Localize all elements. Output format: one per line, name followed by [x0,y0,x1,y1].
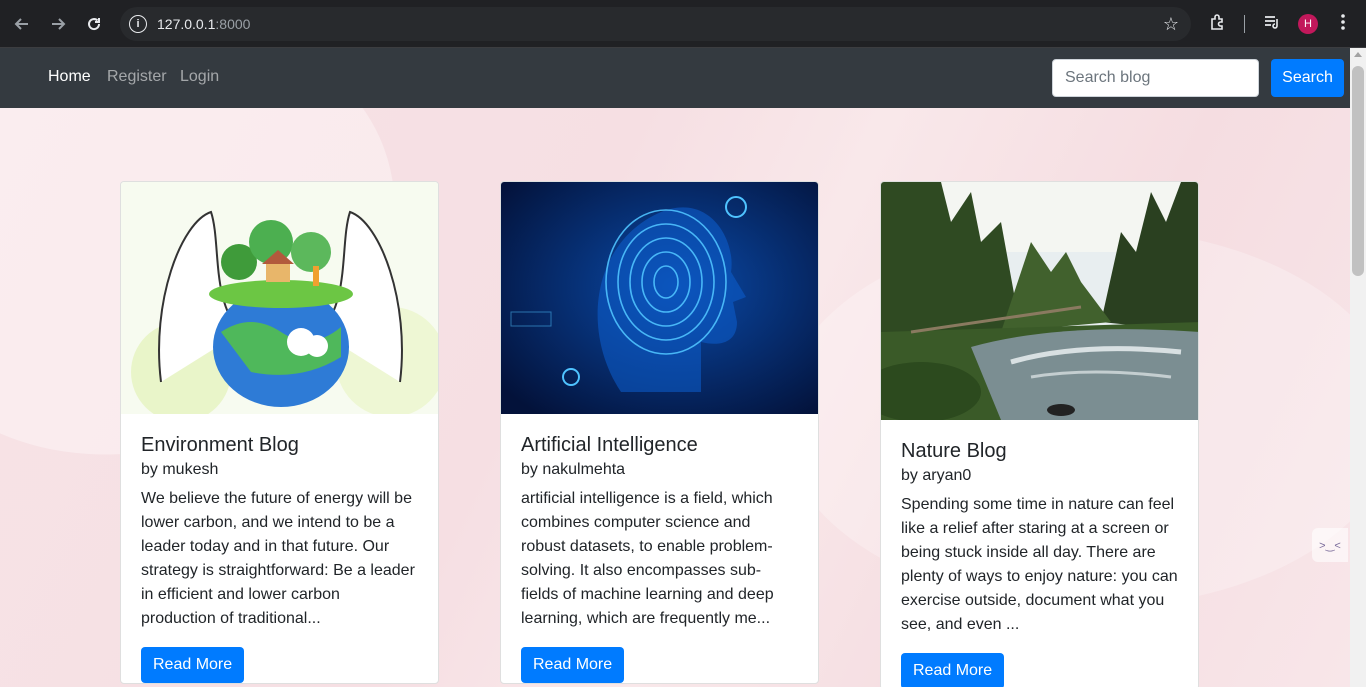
side-assistant-icon[interactable]: >‿< [1312,528,1348,562]
bookmark-star-icon[interactable]: ☆ [1163,14,1179,35]
globe-in-hands-image [121,182,438,414]
browser-toolbar: i 127.0.0.1:8000 ☆ H [0,0,1366,48]
nav-link-register[interactable]: Register [107,68,167,86]
card-excerpt: We believe the future of energy will be … [141,490,415,627]
fingerprint-head-image [501,182,818,414]
read-more-button[interactable]: Read More [901,653,1005,687]
address-bar[interactable]: i 127.0.0.1:8000 ☆ [120,7,1191,41]
blog-card: Nature Blog by aryan0 Spending some time… [880,181,1199,687]
card-title: Artificial Intelligence [521,434,698,456]
blog-card: Environment Blog by mukesh We believe th… [120,181,439,684]
read-more-button[interactable]: Read More [141,647,245,683]
nav-link-login[interactable]: Login [180,68,219,86]
profile-avatar[interactable]: H [1298,14,1318,34]
blog-card: Artificial Intelligence by nakulmehta ar… [500,181,819,684]
media-queue-icon[interactable] [1263,13,1281,36]
forest-river-image [881,182,1198,420]
card-excerpt: artificial intelligence is a field, whic… [521,490,774,627]
site-navbar: Home Register Login Search [0,48,1350,108]
search-button[interactable]: Search [1271,59,1344,97]
back-icon[interactable] [10,12,34,36]
card-author: by nakulmehta [521,461,626,478]
scrollbar-thumb[interactable] [1352,66,1364,276]
extensions-icon[interactable] [1209,13,1227,36]
toolbar-divider [1244,15,1245,33]
scroll-up-icon[interactable] [1354,52,1362,57]
blog-list: Environment Blog by mukesh We believe th… [0,108,1350,687]
site-info-icon[interactable]: i [129,15,147,33]
browser-menu-icon[interactable] [1337,13,1349,36]
url-text: 127.0.0.1:8000 [157,16,251,32]
card-author: by aryan0 [901,467,972,484]
card-title: Environment Blog [141,434,299,456]
page-scrollbar[interactable] [1350,48,1366,687]
search-input[interactable] [1052,59,1259,97]
card-author: by mukesh [141,461,219,478]
nav-link-home[interactable]: Home [48,68,91,86]
card-title: Nature Blog [901,440,1007,462]
card-excerpt: Spending some time in nature can feel li… [901,496,1178,633]
read-more-button[interactable]: Read More [521,647,625,683]
reload-icon[interactable] [82,12,106,36]
forward-icon[interactable] [46,12,70,36]
